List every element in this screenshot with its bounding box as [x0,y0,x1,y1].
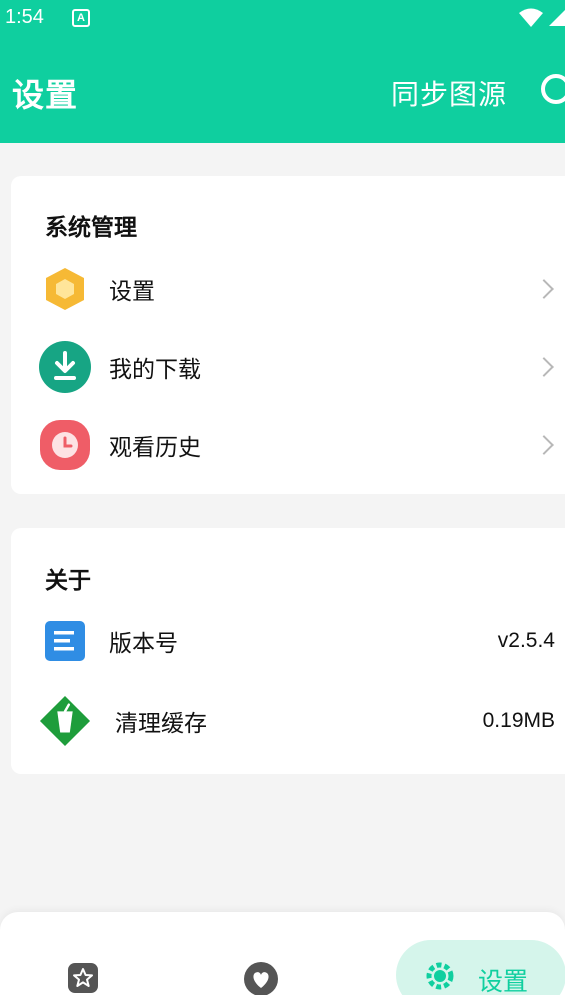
sync-sources-button[interactable]: 同步图源 [391,73,507,113]
downloads-row-label: 我的下载 [109,357,201,383]
hexagon-settings-icon [39,263,91,315]
nav-settings-tab[interactable]: 设置 [396,940,565,995]
section-title-system: 系统管理 [45,215,137,241]
nav-favorites-tab[interactable] [40,912,130,995]
heart-icon [244,962,278,995]
history-row[interactable]: 观看历史 [11,410,565,480]
system-management-card: 系统管理 设置 我的下载 观看历史 [11,176,565,494]
chevron-right-icon [534,279,554,299]
nav-likes-tab[interactable] [215,912,305,995]
signal-icon [549,10,565,26]
status-bar: 1:54 A [0,0,565,36]
page-title: 设置 [12,76,79,114]
clock-history-icon [39,419,91,471]
clear-cache-row-label: 清理缓存 [115,711,207,737]
gear-icon [426,962,454,990]
section-title-about: 关于 [45,568,91,594]
clear-cache-row[interactable]: 清理缓存 0.19MB [11,686,565,756]
document-icon [39,615,91,667]
about-card: 关于 版本号 v2.5.4 清理缓存 0.19MB [11,528,565,774]
settings-row-label: 设置 [109,279,155,305]
version-row-label: 版本号 [109,631,178,657]
notification-a-icon: A [72,9,90,27]
wifi-icon [519,8,543,27]
cup-cache-icon [39,695,91,747]
search-icon[interactable] [541,74,565,104]
nav-settings-label: 设置 [478,967,529,995]
chevron-right-icon [534,435,554,455]
downloads-row[interactable]: 我的下载 [11,332,565,402]
bottom-nav: 设置 [0,912,565,995]
star-icon [68,963,98,993]
download-icon [39,341,91,393]
status-time: 1:54 [5,6,44,28]
chevron-right-icon [534,357,554,377]
version-value: v2.5.4 [497,629,555,652]
history-row-label: 观看历史 [109,435,201,461]
cache-size-value: 0.19MB [482,709,555,732]
version-row[interactable]: 版本号 v2.5.4 [11,606,565,676]
settings-row[interactable]: 设置 [11,254,565,324]
app-header: 1:54 A 设置 同步图源 [0,0,565,143]
